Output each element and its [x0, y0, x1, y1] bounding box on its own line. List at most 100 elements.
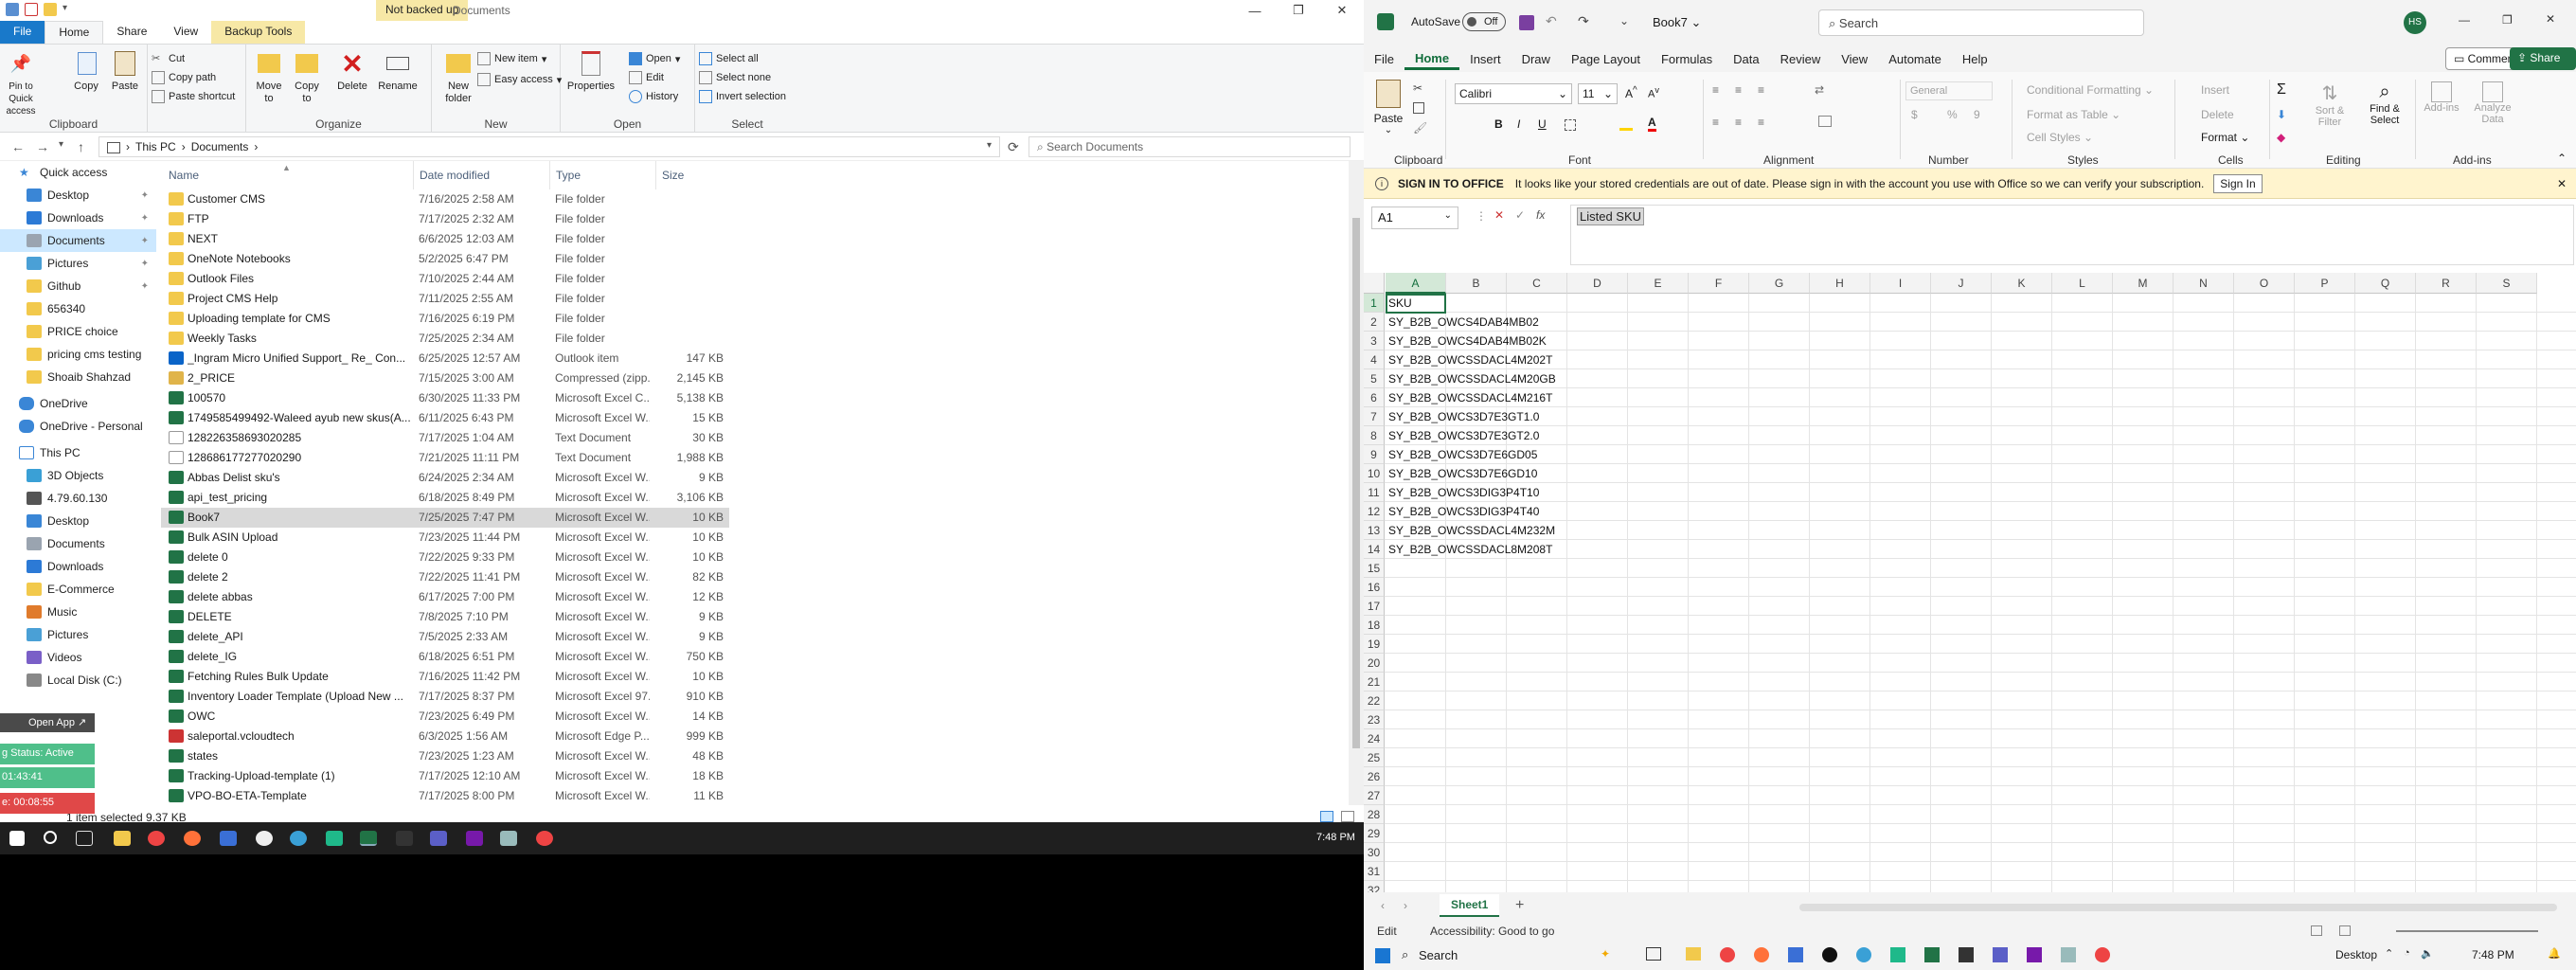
align-middle-icon[interactable]: ≡ [1735, 83, 1742, 97]
nav-pc-item[interactable]: E-Commerce [0, 578, 156, 601]
refresh-icon[interactable]: ⟳ [1008, 139, 1019, 155]
row-header[interactable]: 31 [1364, 862, 1385, 881]
spreadsheet-grid[interactable]: A B C D E F G H I J K L M N O P Q R S 1 2 3 4 5 6 7 8 9 10 11 12 13 14 15… [1364, 273, 2576, 892]
pin-icon[interactable]: ✦ [141, 259, 149, 269]
tab-file[interactable]: File [1364, 48, 1404, 70]
nav-item[interactable]: PRICE choice [0, 320, 156, 343]
tab-data[interactable]: Data [1723, 48, 1769, 70]
autosave-toggle[interactable]: Off [1462, 12, 1506, 31]
borders-icon[interactable] [1565, 119, 1576, 131]
autosum-icon[interactable]: Σ [2277, 81, 2286, 99]
row-header[interactable]: 23 [1364, 710, 1385, 729]
column-header[interactable]: S [2477, 273, 2537, 294]
tray-time[interactable]: 7:48 PM [2472, 948, 2514, 961]
windows-start-icon[interactable] [9, 831, 25, 846]
app-icon[interactable] [2061, 947, 2076, 962]
nav-pc-item[interactable]: Music [0, 601, 156, 623]
redo-icon[interactable]: ↷ [1578, 13, 1589, 29]
column-header-type[interactable]: Type [549, 161, 581, 189]
file-row[interactable]: Tracking-Upload-template (1) 7/17/2025 12… [161, 766, 729, 786]
breadcrumb-documents[interactable]: Documents [191, 140, 249, 153]
row-header[interactable]: 24 [1364, 729, 1385, 748]
file-row[interactable]: states 7/23/2025 1:23 AM Microsoft Excel W… [161, 746, 729, 766]
increase-font-icon[interactable]: A^ [1625, 85, 1637, 100]
tab-view[interactable]: View [160, 21, 211, 44]
row-header[interactable]: 29 [1364, 824, 1385, 843]
row-header[interactable]: 3 [1364, 332, 1385, 350]
thumbnail-view-icon[interactable] [1341, 811, 1354, 822]
rename-button[interactable]: Rename [377, 48, 419, 93]
save-icon[interactable] [1519, 15, 1534, 30]
copy-icon[interactable] [1413, 102, 1424, 114]
file-row[interactable]: VPO-BO-ETA-Template 7/17/2025 8:00 PM Micr… [161, 786, 729, 805]
windows-start-icon[interactable] [1375, 948, 1390, 963]
paste-button[interactable]: Paste [108, 48, 142, 93]
task-view-icon[interactable] [1646, 947, 1661, 961]
file-row[interactable]: delete 0 7/22/2025 9:33 PM Microsoft Excel… [161, 548, 729, 567]
nav-item[interactable]: Pictures ✦ [0, 252, 156, 275]
nav-pc-item[interactable]: 3D Objects [0, 464, 156, 487]
minimize-icon[interactable]: — [2459, 13, 2470, 27]
normal-view-icon[interactable] [2311, 925, 2322, 936]
file-row[interactable]: Uploading template for CMS 7/16/2025 6:19… [161, 309, 729, 329]
edit-button[interactable]: Edit [629, 71, 664, 84]
row-header[interactable]: 27 [1364, 786, 1385, 805]
easy-access-button[interactable]: Easy access ▾ [477, 73, 562, 86]
details-view-icon[interactable] [1320, 811, 1333, 822]
number-format-dropdown[interactable]: General [1905, 81, 1993, 100]
nav-pc-item[interactable]: 4.79.60.130 [0, 487, 156, 510]
select-all-corner[interactable] [1364, 273, 1385, 294]
column-header[interactable]: A [1386, 273, 1446, 294]
network-icon[interactable]: ◔ [2404, 947, 2410, 959]
cell-a[interactable]: SY_B2B_OWCS3DIG3P4T40 [1386, 502, 1542, 521]
tab-formulas[interactable]: Formulas [1651, 48, 1723, 70]
properties-icon[interactable] [25, 3, 38, 16]
nav-onedrive[interactable]: OneDrive [0, 392, 156, 415]
copy-button[interactable]: Copy [72, 48, 100, 93]
row-header[interactable]: 9 [1364, 445, 1385, 464]
onenote-icon[interactable] [2027, 947, 2042, 962]
new-item-button[interactable]: New item ▾ [477, 52, 546, 65]
tray-chevron-icon[interactable]: ⌃ [2385, 947, 2393, 960]
close-icon[interactable]: ✕ [2546, 12, 2555, 26]
file-row[interactable]: DELETE 7/8/2025 7:10 PM Microsoft Excel W.… [161, 607, 729, 627]
task-view-icon[interactable] [76, 831, 93, 846]
search-icon[interactable] [44, 831, 57, 844]
sign-in-button[interactable]: Sign In [2213, 173, 2263, 193]
column-header[interactable]: K [1992, 273, 2052, 294]
nav-item[interactable]: Github ✦ [0, 275, 156, 297]
nav-pc-item[interactable]: Local Disk (C:) [0, 669, 156, 692]
chevron-down-icon[interactable]: ▾ [63, 3, 76, 16]
file-row[interactable]: Weekly Tasks 7/25/2025 2:34 AM File folder [161, 329, 729, 349]
row-header[interactable]: 18 [1364, 616, 1385, 635]
tab-automate[interactable]: Automate [1878, 48, 1952, 70]
customize-qat-icon[interactable]: ⌄ [1619, 14, 1629, 27]
excel-icon[interactable] [1924, 947, 1940, 962]
nav-onedrive-personal[interactable]: OneDrive - Personal [0, 415, 156, 438]
forward-arrow-icon[interactable]: → [36, 139, 49, 154]
nav-pc-item[interactable]: Downloads [0, 555, 156, 578]
row-header[interactable]: 21 [1364, 673, 1385, 692]
cell-styles-button[interactable]: Cell Styles ⌄ [2027, 131, 2093, 144]
save-icon[interactable] [6, 3, 19, 16]
recent-chevron-icon[interactable]: ▾ [59, 139, 63, 150]
share-button[interactable]: ⇪ Share ⌄ [2510, 47, 2576, 78]
cell-a[interactable]: SY_B2B_OWCS4DAB4MB02K [1386, 332, 1549, 350]
cell-a[interactable]: SY_B2B_OWCSSDACL4M202T [1386, 350, 1555, 369]
file-row[interactable]: _Ingram Micro Unified Support_ Re_ Con..… [161, 349, 729, 368]
align-right-icon[interactable]: ≡ [1758, 116, 1764, 129]
address-dropdown-icon[interactable]: ▾ [987, 140, 992, 153]
tab-home[interactable]: Home [1404, 47, 1460, 70]
volume-icon[interactable]: 🔈 [2421, 947, 2434, 960]
column-header[interactable]: I [1870, 273, 1931, 294]
file-row[interactable]: Book7 7/25/2025 7:47 PM Microsoft Excel W.… [161, 508, 729, 528]
file-row[interactable]: Project CMS Help 7/11/2025 2:55 AM File fo… [161, 289, 729, 309]
row-header[interactable]: 17 [1364, 597, 1385, 616]
row-header[interactable]: 16 [1364, 578, 1385, 597]
column-header[interactable]: L [2052, 273, 2113, 294]
app-icon[interactable] [256, 831, 273, 846]
maximize-icon[interactable]: ❐ [2502, 13, 2513, 27]
underline-icon[interactable]: U [1538, 117, 1547, 131]
row-header[interactable]: 2 [1364, 313, 1385, 332]
column-header[interactable]: B [1446, 273, 1507, 294]
